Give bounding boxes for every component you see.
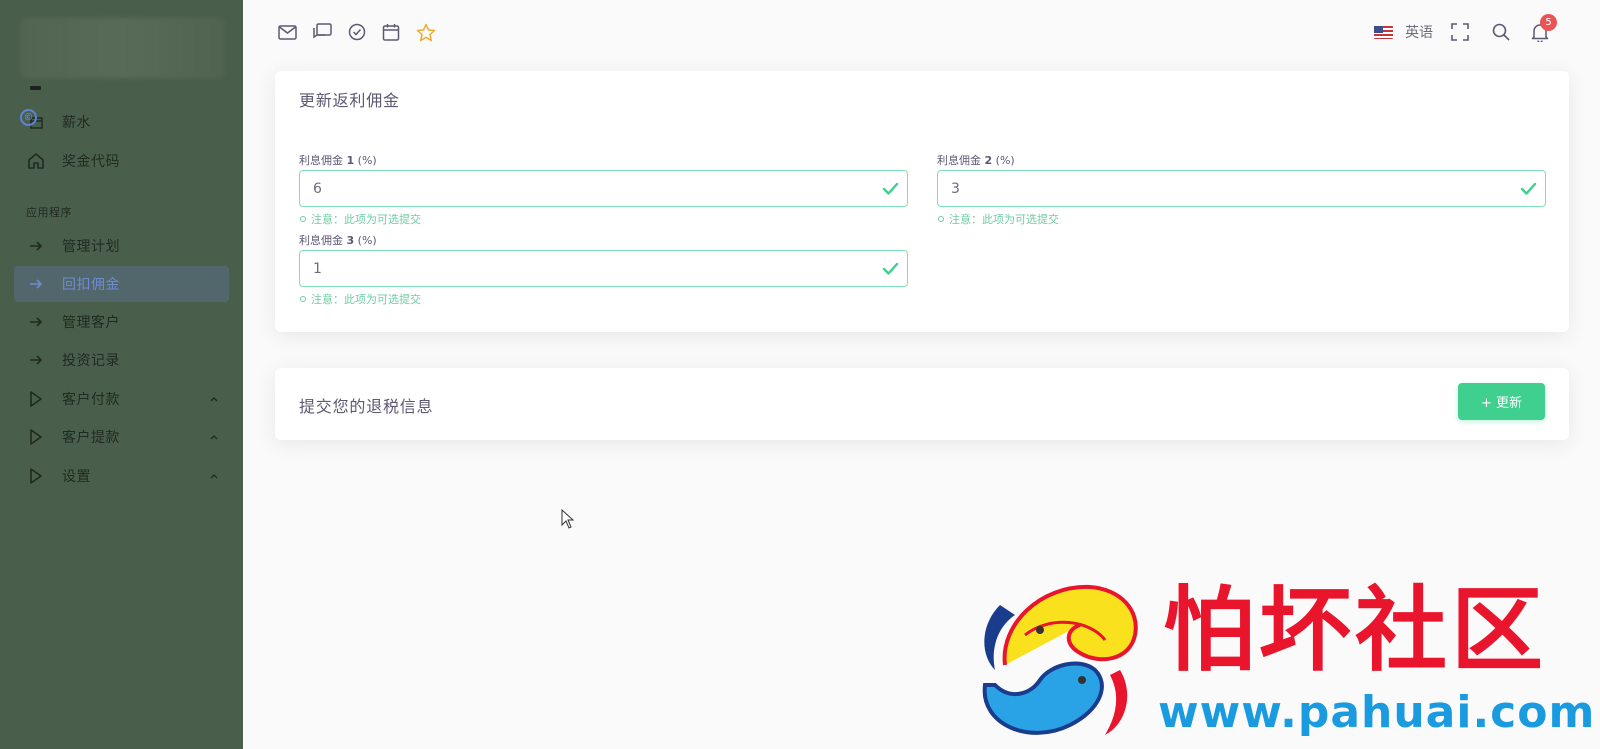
home-icon — [25, 152, 47, 170]
play-icon — [25, 391, 47, 407]
sidebar-item-label: 奖金代码 — [62, 154, 120, 170]
chevron-up-icon — [209, 392, 219, 408]
commission-card: 更新返利佣金 利息佣金 1 (%) 6 注意：此项为可选提交 利息佣金 2 (%… — [275, 71, 1569, 332]
fullscreen-icon[interactable] — [1450, 22, 1470, 42]
watermark-url: www.pahuai.com — [1158, 687, 1596, 738]
collapse-indicator — [30, 86, 41, 90]
watermark: 怕坏社区 www.pahuai.com — [970, 575, 1594, 745]
sidebar-item-settings[interactable]: 设置 — [14, 458, 229, 494]
top-navbar: 英语 5 — [243, 0, 1600, 64]
sidebar-item-label: 投资记录 — [62, 353, 120, 369]
arrow-right-icon — [25, 315, 47, 329]
sidebar-item-client-payments[interactable]: 客户付款 — [14, 381, 229, 417]
optional-note: 注意：此项为可选提交 — [300, 211, 421, 227]
arrow-right-icon — [25, 239, 47, 253]
field-label: 利息佣金 2 (%) — [937, 154, 1015, 167]
check-circle-icon[interactable] — [347, 22, 367, 42]
sidebar-item-label: 客户提款 — [62, 430, 120, 446]
sidebar-item-rebate-commission[interactable]: 回扣佣金 — [14, 266, 229, 302]
field-label: 利息佣金 3 (%) — [299, 234, 377, 247]
arrow-right-icon — [25, 353, 47, 367]
sidebar-item-label: 客户付款 — [62, 392, 120, 408]
sidebar-item-bonus-code[interactable]: 奖金代码 — [14, 143, 229, 179]
sidebar-item-client-withdrawals[interactable]: 客户提款 — [14, 419, 229, 455]
chat-icon[interactable] — [312, 22, 332, 42]
search-icon[interactable] — [1491, 22, 1511, 42]
chevron-up-icon — [209, 430, 219, 446]
update-button[interactable]: + 更新 — [1458, 383, 1545, 420]
copyright-circle-icon: © — [20, 109, 37, 126]
language-selector[interactable]: 英语 — [1374, 22, 1433, 42]
check-icon — [1520, 180, 1537, 201]
chevron-up-icon — [209, 469, 219, 485]
sidebar-item-label: 回扣佣金 — [62, 277, 120, 293]
sidebar-item-investment-records[interactable]: 投资记录 — [14, 342, 229, 378]
sidebar-item-manage-plans[interactable]: 管理计划 — [14, 228, 229, 264]
submit-card: 提交您的退税信息 + 更新 — [275, 368, 1569, 440]
sidebar-item-label: 设置 — [62, 469, 91, 485]
sidebar-section-label: 应用程序 — [26, 206, 72, 219]
notification-badge: 5 — [1540, 14, 1557, 31]
commission-3-input[interactable]: 1 — [299, 250, 908, 287]
card-title: 更新返利佣金 — [299, 91, 400, 110]
star-icon[interactable] — [416, 22, 436, 42]
card-title: 提交您的退税信息 — [299, 397, 434, 416]
mouse-cursor — [561, 508, 575, 533]
language-label: 英语 — [1405, 25, 1433, 41]
sidebar-item-label: 薪水 — [62, 115, 91, 131]
play-icon — [25, 429, 47, 445]
commission-2-input[interactable]: 3 — [937, 170, 1546, 207]
play-icon — [25, 468, 47, 484]
optional-note: 注意：此项为可选提交 — [938, 211, 1059, 227]
optional-note: 注意：此项为可选提交 — [300, 291, 421, 307]
sidebar-item-label: 管理计划 — [62, 239, 120, 255]
sidebar: 薪水 © 奖金代码 应用程序 管理计划 回扣佣金 管理客户 投资记录 客户付款 … — [0, 0, 243, 749]
field-label: 利息佣金 1 (%) — [299, 154, 377, 167]
sidebar-item-manage-clients[interactable]: 管理客户 — [14, 304, 229, 340]
sidebar-item-salary[interactable]: 薪水 — [14, 104, 229, 140]
fish-logo — [982, 584, 1138, 735]
watermark-title: 怕坏社区 — [1163, 576, 1548, 684]
mail-icon[interactable] — [277, 22, 297, 42]
us-flag-icon — [1374, 25, 1393, 39]
arrow-right-icon — [25, 277, 47, 291]
brand-logo[interactable] — [20, 18, 225, 78]
sidebar-item-label: 管理客户 — [62, 315, 120, 331]
check-icon — [882, 260, 899, 281]
check-icon — [882, 180, 899, 201]
calendar-icon[interactable] — [381, 22, 401, 42]
commission-1-input[interactable]: 6 — [299, 170, 908, 207]
